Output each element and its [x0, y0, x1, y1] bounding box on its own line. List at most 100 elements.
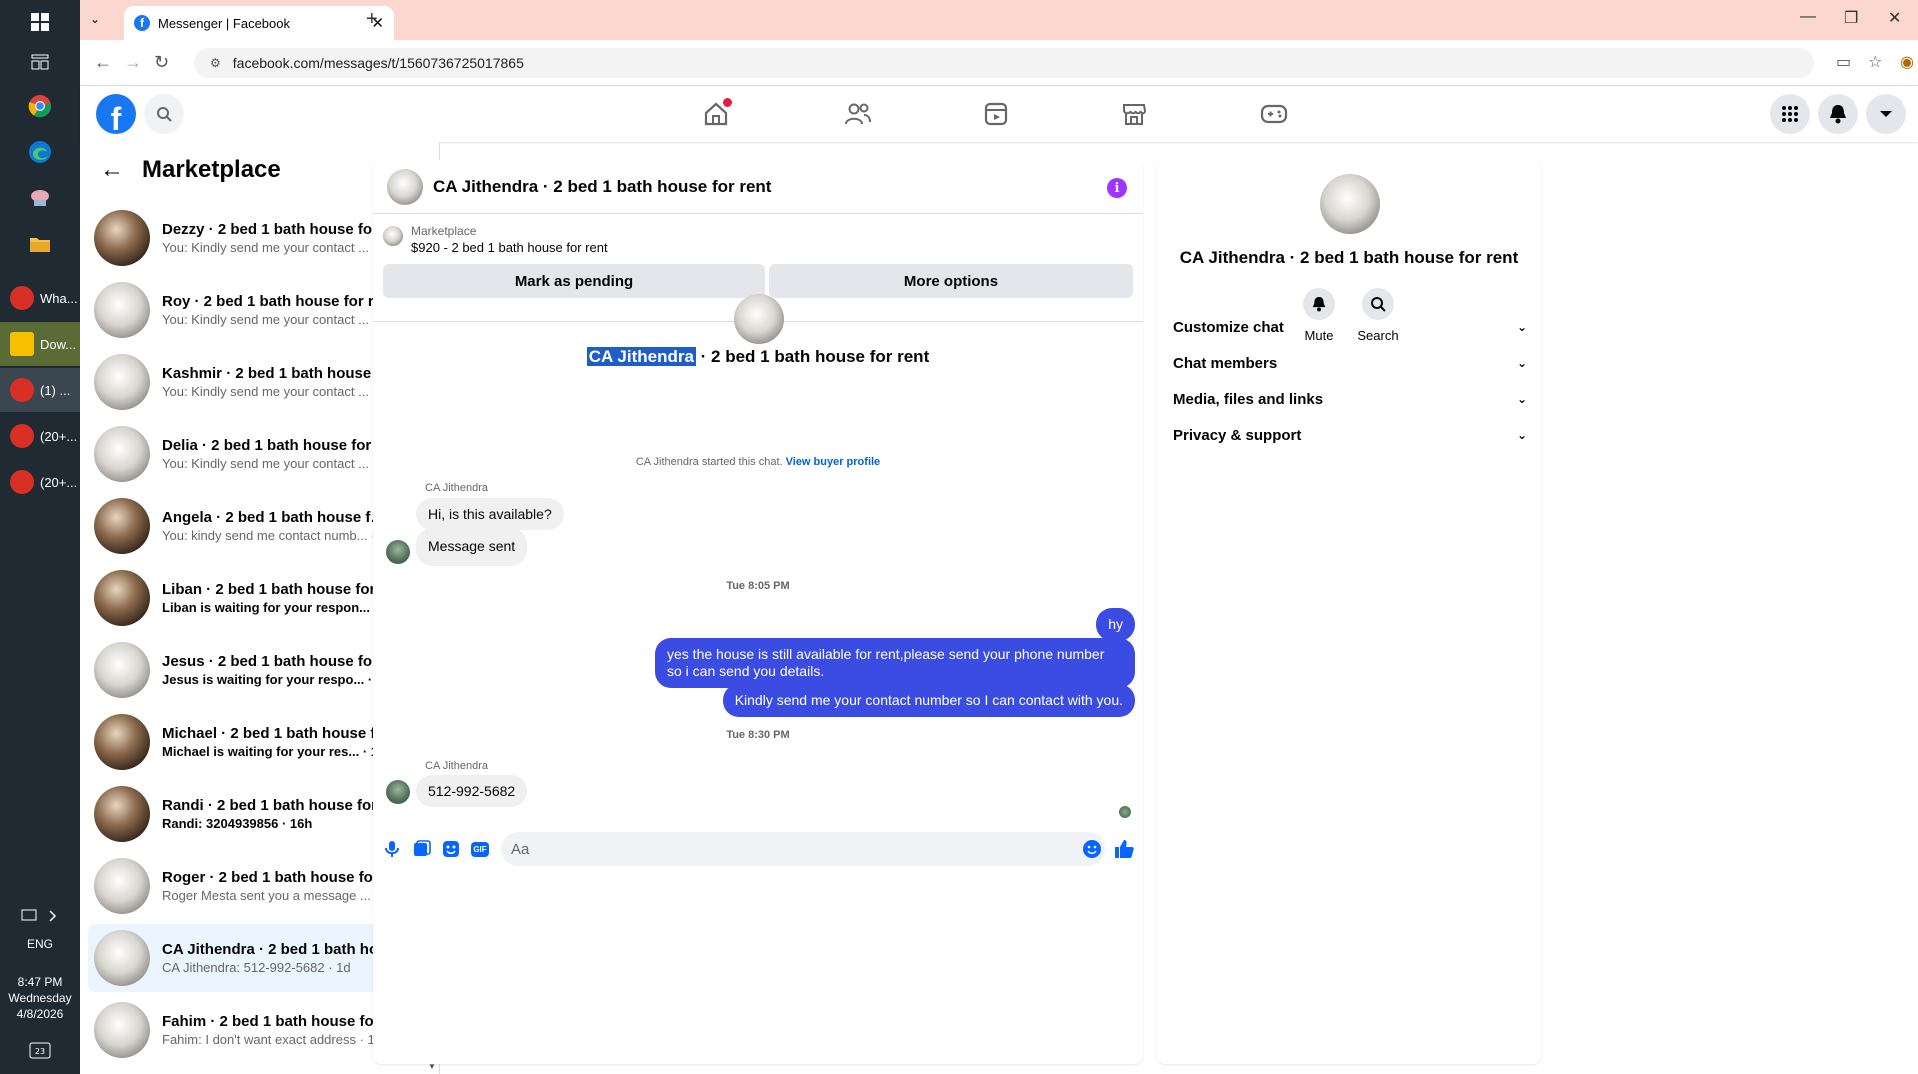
edge-taskbar-icon[interactable]	[0, 130, 80, 174]
media-files-links-row[interactable]: Media, files and links ⌄	[1169, 381, 1531, 417]
bookmark-star-icon[interactable]: ☆	[1868, 52, 1882, 72]
chat-header: CA Jithendra · 2 bed 1 bath house for re…	[373, 160, 1143, 214]
chat-header-avatar[interactable]	[387, 168, 423, 205]
new-tab-icon[interactable]: +	[366, 8, 378, 31]
conversation-item[interactable]: Roy · 2 bed 1 bath house for rent You: Ki…	[88, 276, 418, 344]
language-indicator[interactable]: ENG	[0, 936, 80, 952]
mark-as-pending-button[interactable]: Mark as pending	[383, 264, 765, 298]
sender-avatar[interactable]	[386, 540, 410, 564]
row-label: Customize chat	[1173, 318, 1284, 336]
facebook-logo-icon[interactable]: f	[96, 94, 136, 134]
conversation-info-icon[interactable]: i	[1107, 178, 1127, 198]
taskbar-app-facebook-1[interactable]: (1) ...	[0, 368, 80, 412]
emoji-icon[interactable]	[1081, 838, 1103, 860]
install-app-icon[interactable]: ▭	[1836, 52, 1851, 72]
outgoing-message[interactable]: hy	[1096, 608, 1135, 641]
url-field[interactable]: ⚙ facebook.com/messages/t/15607367250178…	[194, 48, 1814, 78]
customize-chat-row[interactable]: Customize chat ⌄	[1169, 309, 1531, 345]
browser-tab-messenger[interactable]: f Messenger | Facebook ✕	[124, 6, 394, 40]
chat-members-row[interactable]: Chat members ⌄	[1169, 345, 1531, 381]
conversation-snippet: Jesus is waiting for your respo... · 13h	[162, 672, 394, 687]
clock-time[interactable]: 8:47 PM	[0, 974, 80, 990]
file-explorer-icon[interactable]	[0, 222, 80, 266]
conversation-item[interactable]: Delia · 2 bed 1 bath house for rent You: …	[88, 420, 418, 488]
restore-icon[interactable]: ❐	[1844, 8, 1858, 28]
conversation-item[interactable]: Jesus · 2 bed 1 bath house for ... Jesus …	[88, 636, 418, 704]
clock-day: Wednesday	[8, 991, 72, 1005]
video-icon[interactable]	[976, 98, 1016, 130]
incoming-message[interactable]: 512-992-5682	[416, 775, 528, 807]
profile-icon[interactable]: ◉	[1900, 52, 1914, 72]
chrome-profile-icon	[10, 286, 34, 310]
outgoing-message[interactable]: yes the house is still available for ren…	[655, 638, 1135, 688]
facebook-search-icon[interactable]	[144, 94, 184, 134]
microphone-icon[interactable]	[381, 838, 403, 860]
conversation-item[interactable]: Fahim · 2 bed 1 bath house for r... Fahim…	[88, 996, 418, 1064]
privacy-support-row[interactable]: Privacy & support ⌄	[1169, 417, 1531, 453]
notifications-bell-icon[interactable]	[1818, 94, 1858, 134]
chat-intro-avatar[interactable]	[734, 294, 784, 344]
conversation-item[interactable]: CA Jithendra · 2 bed 1 bath hous... CA Ji…	[88, 924, 418, 992]
sticker-icon[interactable]	[440, 838, 462, 860]
thumbs-up-icon[interactable]	[1113, 838, 1135, 860]
marketplace-icon[interactable]	[1114, 98, 1154, 130]
incoming-message[interactable]: Hi, is this available?	[416, 498, 564, 530]
photo-icon[interactable]	[411, 838, 433, 860]
taskbar-app-facebook-2[interactable]: (20+...	[0, 414, 80, 458]
conversation-item[interactable]: Roger · 2 bed 1 bath house for r... Roger…	[88, 852, 418, 920]
taskbar-app-facebook-3[interactable]: (20+...	[0, 460, 80, 504]
outgoing-message[interactable]: Kindly send me your contact number so I …	[722, 684, 1135, 717]
highlighted-name: CA Jithendra	[586, 347, 696, 366]
conversation-item[interactable]: Michael · 2 bed 1 bath house f... Michael…	[88, 708, 418, 776]
taskbar-app-downloads[interactable]: Dow...	[0, 322, 80, 366]
facebook-navbar: f	[80, 86, 1918, 142]
more-options-button[interactable]: More options	[769, 264, 1133, 298]
sender-avatar[interactable]	[386, 780, 410, 804]
menu-grid-icon[interactable]	[1770, 94, 1810, 134]
conversation-snippet: You: Kindly send me your contact ... · 1…	[162, 384, 394, 399]
conversation-thumbnail	[94, 498, 150, 554]
site-info-icon[interactable]: ⚙	[210, 56, 221, 70]
conversation-item[interactable]: Dezzy · 2 bed 1 bath house for r... You: …	[88, 204, 418, 272]
conversation-name: Roger · 2 bed 1 bath house for r...	[162, 869, 394, 886]
forward-icon[interactable]: →	[124, 52, 142, 73]
conversation-thumbnail	[94, 858, 150, 914]
tab-search-icon[interactable]: ⌄	[90, 12, 100, 26]
system-tray-icon[interactable]	[0, 894, 80, 938]
windows-start-icon[interactable]	[0, 0, 80, 44]
friends-icon[interactable]	[838, 98, 878, 130]
home-notification-dot	[723, 98, 732, 107]
notification-center-icon[interactable]: 23	[0, 1030, 80, 1074]
back-arrow-icon[interactable]: ←	[100, 156, 124, 184]
conversation-item[interactable]: Randi · 2 bed 1 bath house for ... Randi:…	[88, 780, 418, 848]
incoming-message[interactable]: Message sent	[416, 528, 528, 566]
reload-icon[interactable]: ↻	[154, 52, 169, 73]
app-taskbar-icon[interactable]	[0, 176, 80, 220]
account-dropdown-icon[interactable]	[1866, 94, 1906, 134]
details-avatar[interactable]	[1320, 174, 1380, 234]
listing-thumbnail[interactable]	[383, 226, 403, 246]
chrome-taskbar-icon[interactable]	[0, 84, 80, 128]
intro-listing-title: · 2 bed 1 bath house for rent	[695, 347, 930, 366]
conversation-thumbnail	[94, 786, 150, 842]
view-buyer-profile-link[interactable]: View buyer profile	[786, 456, 881, 468]
back-icon[interactable]: ←	[94, 52, 112, 73]
conversation-item[interactable]: Liban · 2 bed 1 bath house for ... Liban …	[88, 564, 418, 632]
chevron-down-icon: ⌄	[1516, 392, 1527, 406]
conversation-text: Roy · 2 bed 1 bath house for rent You: Ki…	[162, 293, 394, 327]
close-window-icon[interactable]: ✕	[1888, 8, 1901, 28]
conversation-item[interactable]: Angela · 2 bed 1 bath house for ... You: …	[88, 492, 418, 560]
conversation-item[interactable]: Kashmir · 2 bed 1 bath house for... You: …	[88, 348, 418, 416]
message-input[interactable]: Aa	[501, 832, 1105, 866]
minimize-icon[interactable]: —	[1800, 8, 1816, 26]
chat-started-notice: CA Jithendra started this chat. View buy…	[373, 456, 1143, 468]
conversation-text: Jesus · 2 bed 1 bath house for ... Jesus …	[162, 653, 394, 687]
task-view-icon[interactable]	[0, 40, 80, 84]
listing-price-title[interactable]: $920 - 2 bed 1 bath house for rent	[411, 240, 608, 255]
taskbar-app-whatsapp[interactable]: Wha...	[0, 276, 80, 320]
gaming-icon[interactable]	[1254, 98, 1294, 130]
home-icon[interactable]	[696, 98, 736, 130]
conversation-text: Roger · 2 bed 1 bath house for r... Roger…	[162, 869, 394, 903]
chat-header-title[interactable]: CA Jithendra · 2 bed 1 bath house for re…	[433, 177, 771, 197]
gif-icon[interactable]: GIF	[469, 838, 491, 860]
